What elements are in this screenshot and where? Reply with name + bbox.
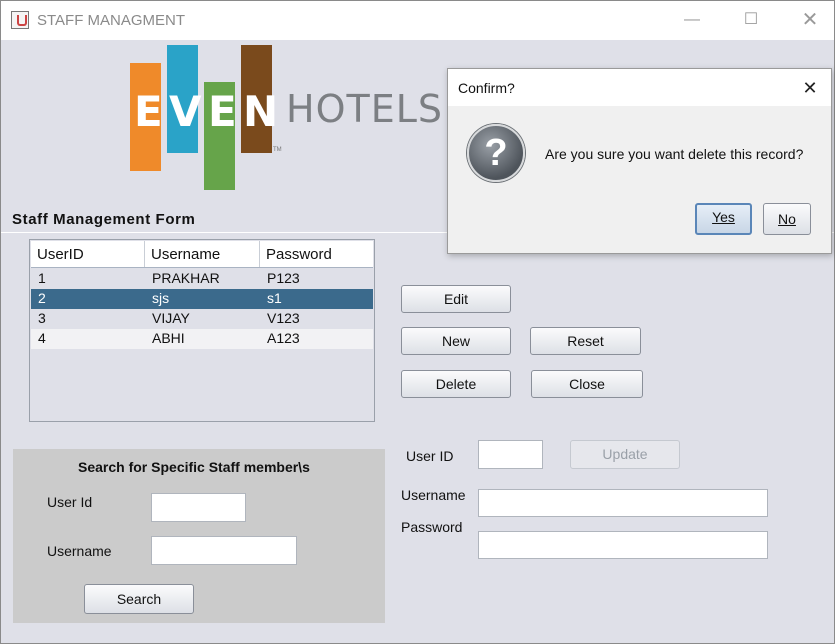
table-header: UserID Username Password bbox=[31, 241, 373, 268]
search-username-field[interactable] bbox=[151, 536, 297, 565]
column-header-userid[interactable]: UserID bbox=[31, 241, 145, 267]
logo-trademark: TM bbox=[273, 147, 282, 153]
user-id-label: User ID bbox=[406, 448, 454, 464]
dialog-title-bar: Confirm? ✕ bbox=[448, 69, 831, 106]
search-user-id-field[interactable] bbox=[151, 493, 246, 522]
cell-username: ABHI bbox=[152, 330, 185, 346]
yes-button[interactable]: Yes bbox=[695, 203, 752, 235]
java-app-icon bbox=[11, 11, 29, 29]
new-button[interactable]: New bbox=[401, 327, 511, 355]
cell-password: s1 bbox=[267, 290, 282, 306]
dialog-close-icon[interactable]: ✕ bbox=[796, 74, 824, 102]
search-user-id-label: User Id bbox=[47, 494, 93, 510]
table-row-selected[interactable]: 2 sjs s1 bbox=[31, 289, 373, 309]
cell-userid: 2 bbox=[38, 290, 46, 306]
title-bar: STAFF MANAGMENT — ☐ ✕ bbox=[1, 1, 834, 40]
logo-hotels-text: HOTELS bbox=[286, 87, 443, 131]
table-row[interactable]: 4 ABHI A123 bbox=[31, 329, 373, 349]
no-button-label: No bbox=[778, 211, 796, 227]
search-username-label: Username bbox=[47, 543, 112, 559]
cell-password: A123 bbox=[267, 330, 300, 346]
table-row[interactable]: 3 VIJAY V123 bbox=[31, 309, 373, 329]
delete-button[interactable]: Delete bbox=[401, 370, 511, 398]
column-header-password[interactable]: Password bbox=[260, 241, 373, 267]
question-icon: ? bbox=[467, 124, 525, 182]
minimize-button[interactable]: — bbox=[677, 6, 707, 34]
table-row[interactable]: 1 PRAKHAR P123 bbox=[31, 269, 373, 289]
logo-letter-e2: E bbox=[208, 87, 237, 136]
staff-table[interactable]: UserID Username Password 1 PRAKHAR P123 … bbox=[29, 239, 375, 422]
cell-userid: 4 bbox=[38, 330, 46, 346]
yes-button-label: Yes bbox=[712, 209, 735, 225]
search-panel: Search for Specific Staff member\s User … bbox=[13, 449, 385, 623]
search-button[interactable]: Search bbox=[84, 584, 194, 614]
close-button[interactable]: Close bbox=[531, 370, 643, 398]
form-title: Staff Management Form bbox=[12, 211, 196, 228]
edit-button[interactable]: Edit bbox=[401, 285, 511, 313]
column-header-username[interactable]: Username bbox=[145, 241, 260, 267]
close-window-button[interactable]: ✕ bbox=[795, 6, 825, 34]
username-field[interactable] bbox=[478, 489, 768, 517]
username-label: Username bbox=[401, 487, 466, 503]
cell-userid: 1 bbox=[38, 270, 46, 286]
cell-username: VIJAY bbox=[152, 310, 190, 326]
password-label: Password bbox=[401, 519, 463, 535]
password-field[interactable] bbox=[478, 531, 768, 559]
logo-letter-e1: E bbox=[134, 87, 163, 136]
cell-username: sjs bbox=[152, 290, 170, 306]
cell-userid: 3 bbox=[38, 310, 46, 326]
confirm-dialog: Confirm? ✕ ? Are you sure you want delet… bbox=[447, 68, 832, 254]
cell-username: PRAKHAR bbox=[152, 270, 220, 286]
search-panel-title: Search for Specific Staff member\s bbox=[78, 459, 310, 475]
maximize-button[interactable]: ☐ bbox=[736, 6, 766, 34]
cell-password: V123 bbox=[267, 310, 300, 326]
dialog-title: Confirm? bbox=[458, 80, 515, 96]
update-button[interactable]: Update bbox=[570, 440, 680, 469]
no-button[interactable]: No bbox=[763, 203, 811, 235]
logo-letter-v: V bbox=[169, 87, 202, 136]
logo-letter-n: N bbox=[243, 87, 279, 136]
reset-button[interactable]: Reset bbox=[530, 327, 641, 355]
window-title: STAFF MANAGMENT bbox=[37, 12, 186, 29]
user-id-field[interactable] bbox=[478, 440, 543, 469]
dialog-message: Are you sure you want delete this record… bbox=[545, 146, 804, 162]
cell-password: P123 bbox=[267, 270, 300, 286]
